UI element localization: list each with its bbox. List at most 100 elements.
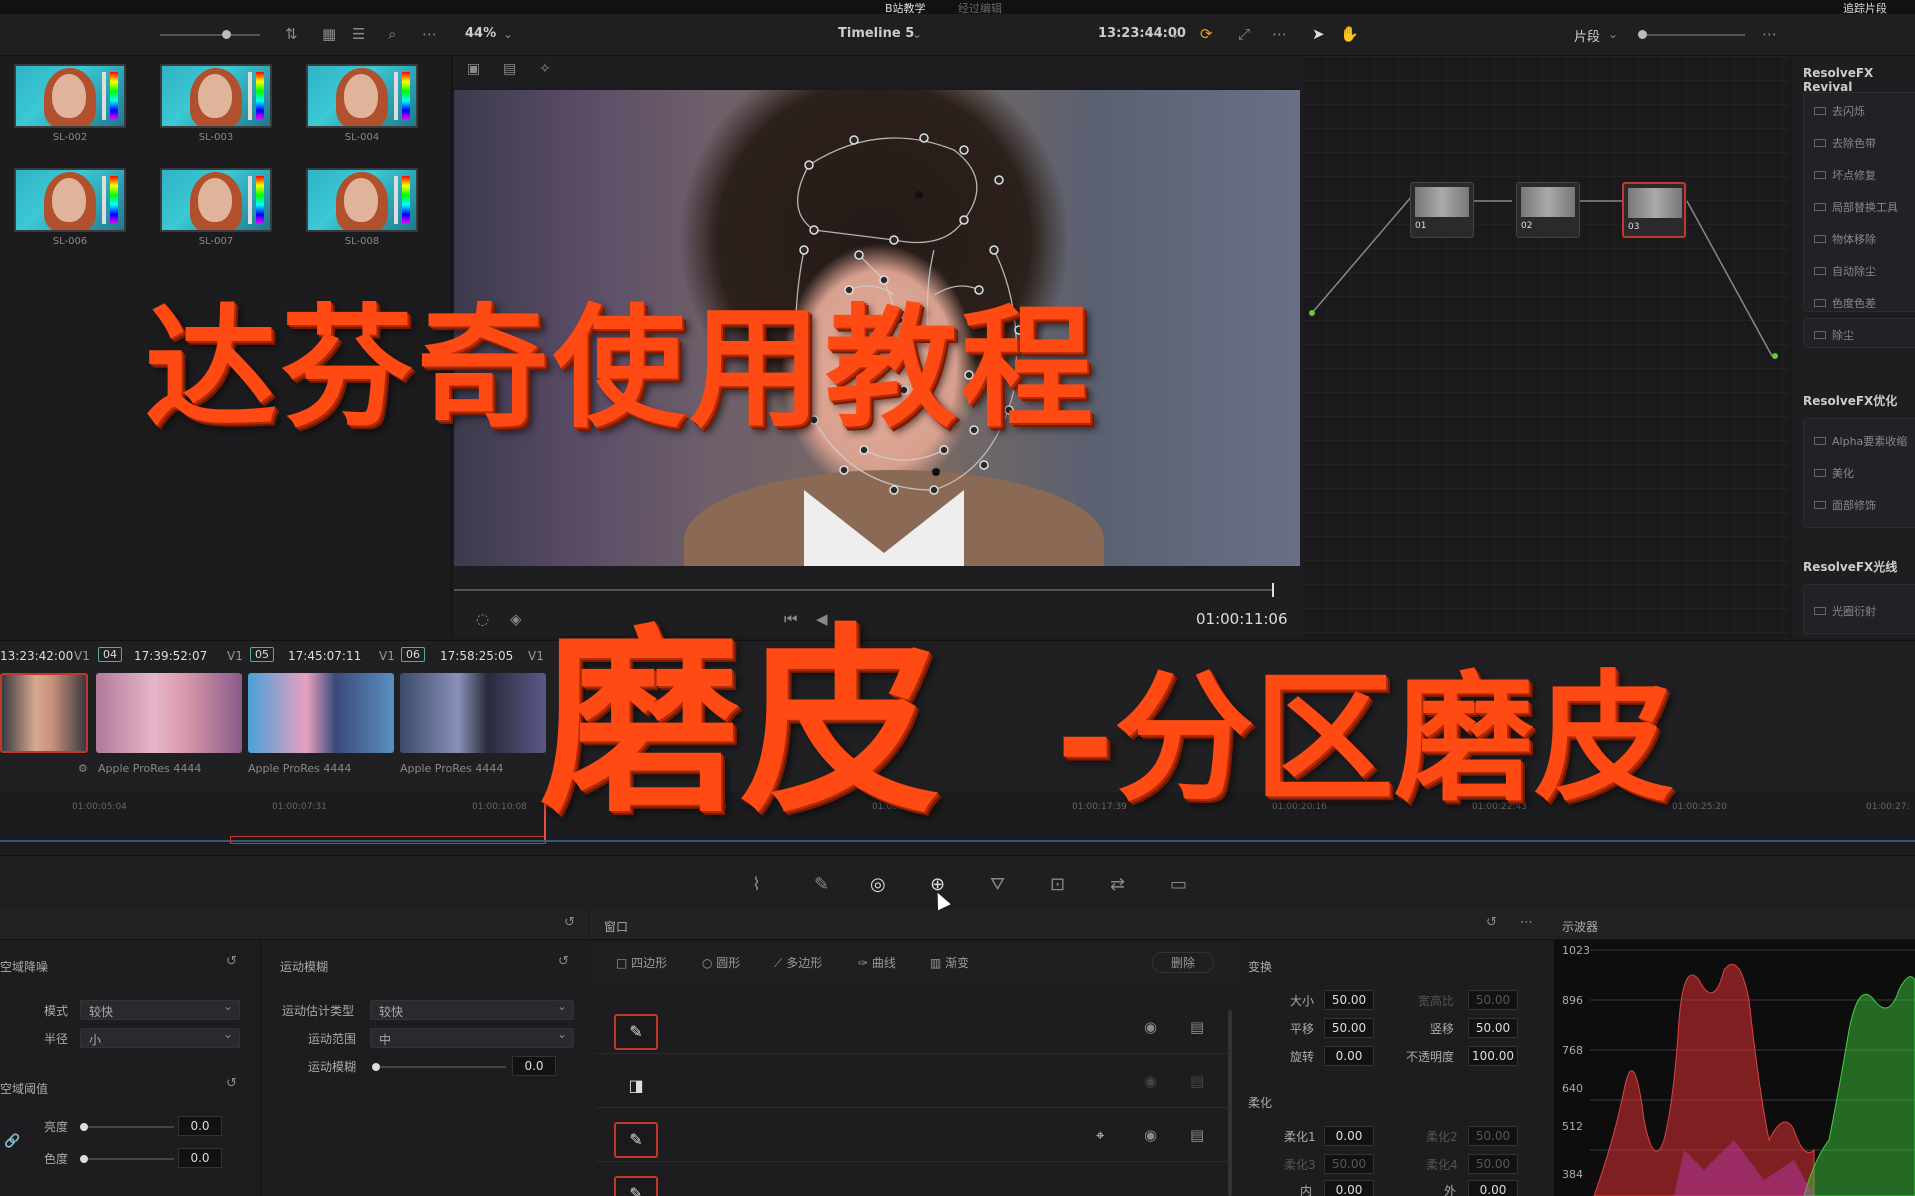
fx-item[interactable]: 物体移除: [1832, 231, 1876, 247]
mask-icon[interactable]: ▤: [1190, 1018, 1204, 1036]
key-palette-icon[interactable]: ⊡: [1050, 874, 1065, 895]
split-screen-icon[interactable]: ▤: [503, 61, 516, 77]
gradient-window-button[interactable]: ▥ 渐变: [930, 954, 969, 971]
invert-icon[interactable]: ◉: [1144, 1072, 1157, 1090]
motion-type-select[interactable]: 较快: [370, 999, 574, 1020]
chroma-value[interactable]: 0.0: [178, 1148, 222, 1168]
node-02[interactable]: 02: [1516, 182, 1580, 238]
more-icon[interactable]: ⋯: [1762, 25, 1777, 43]
tilt-value[interactable]: 50.00: [1468, 1018, 1518, 1038]
window-row[interactable]: ◨ ◉ ▤: [596, 1056, 1232, 1108]
soft4-value[interactable]: 50.00: [1468, 1154, 1518, 1174]
soft1-value[interactable]: 0.00: [1324, 1126, 1374, 1146]
node-editor[interactable]: 01 02 03: [1302, 56, 1790, 638]
fx-item[interactable]: 光圈衍射: [1832, 603, 1876, 619]
still-thumbnail[interactable]: [160, 64, 272, 128]
node-zoom-knob[interactable]: [1638, 30, 1647, 39]
motion-blur-slider[interactable]: [376, 1066, 506, 1068]
radius-select[interactable]: 小: [80, 1027, 240, 1048]
luma-knob[interactable]: [80, 1123, 88, 1131]
hand-icon[interactable]: ✋: [1340, 25, 1359, 43]
curve-window-button[interactable]: ✑ 曲线: [858, 954, 896, 971]
fx-item[interactable]: 去闪烁: [1832, 103, 1865, 119]
mask-icon[interactable]: ▤: [1190, 1126, 1204, 1144]
mask-icon[interactable]: ▤: [1190, 1072, 1204, 1090]
fx-item[interactable]: 色度色差: [1832, 295, 1876, 311]
reset-icon[interactable]: ↺: [226, 1076, 237, 1091]
window-row[interactable]: ✎ ⌖ ◉ ▤: [596, 1110, 1232, 1162]
reset-icon[interactable]: ↺: [226, 954, 237, 969]
reset-icon[interactable]: ↺: [1486, 915, 1497, 930]
outside-value[interactable]: 0.00: [1468, 1180, 1518, 1196]
fx-item[interactable]: 局部替换工具: [1832, 199, 1898, 215]
window-row[interactable]: ✎ ◉ ▤: [596, 1002, 1232, 1054]
window-list-scrollbar[interactable]: [1228, 1010, 1232, 1196]
chroma-slider[interactable]: [84, 1158, 174, 1160]
current-clip-range[interactable]: [230, 836, 546, 844]
window-row[interactable]: ✎: [596, 1164, 1232, 1196]
still-thumbnail[interactable]: [14, 64, 126, 128]
chevron-down-icon[interactable]: ⌄: [912, 27, 922, 41]
soft3-value[interactable]: 50.00: [1324, 1154, 1374, 1174]
scrub-playhead[interactable]: [1272, 583, 1274, 597]
motion-blur-value[interactable]: 0.0: [512, 1056, 556, 1076]
chevron-down-icon[interactable]: ⌄: [503, 27, 513, 41]
aspect-value[interactable]: 50.00: [1468, 990, 1518, 1010]
pen-window-icon[interactable]: ✎: [614, 1122, 658, 1158]
luma-slider[interactable]: [84, 1126, 174, 1128]
size-value[interactable]: 50.00: [1324, 990, 1374, 1010]
reset-icon[interactable]: ↺: [558, 954, 569, 969]
fx-item[interactable]: 坏点修复: [1832, 167, 1876, 183]
motion-range-select[interactable]: 中: [370, 1027, 574, 1048]
gallery-size-knob[interactable]: [222, 30, 231, 39]
still-thumbnail[interactable]: [160, 168, 272, 232]
invert-icon[interactable]: ◉: [1144, 1018, 1157, 1036]
linear-window-icon[interactable]: ◨: [614, 1068, 658, 1104]
luma-value[interactable]: 0.0: [178, 1116, 222, 1136]
pointer-icon[interactable]: ➤: [1312, 25, 1325, 43]
motion-blur-knob[interactable]: [372, 1063, 380, 1071]
chevron-down-icon[interactable]: ⌄: [1170, 27, 1180, 41]
opacity-value[interactable]: 100.00: [1468, 1046, 1518, 1066]
blur-palette-icon[interactable]: ⛛: [990, 874, 1005, 895]
chevron-down-icon[interactable]: ⌄: [1608, 27, 1618, 41]
sizing-palette-icon[interactable]: ⇄: [1110, 874, 1125, 895]
clip-thumbnail[interactable]: [400, 673, 546, 753]
more-icon[interactable]: ⋯: [1520, 915, 1533, 930]
inside-value[interactable]: 0.00: [1324, 1180, 1374, 1196]
pen-window-icon[interactable]: ✎: [614, 1176, 658, 1196]
soft2-value[interactable]: 50.00: [1468, 1126, 1518, 1146]
clip-thumbnail[interactable]: [0, 673, 88, 753]
fx-item[interactable]: 自动除尘: [1832, 263, 1876, 279]
still-thumbnail[interactable]: [306, 168, 418, 232]
quad-window-button[interactable]: □ 四边形: [616, 954, 667, 971]
still-thumbnail[interactable]: [306, 64, 418, 128]
node-03[interactable]: 03: [1622, 182, 1686, 238]
clip-thumbnail[interactable]: [96, 673, 242, 753]
circle-window-button[interactable]: ○ 圆形: [702, 954, 740, 971]
mask-tool-icon[interactable]: ◌: [476, 610, 489, 628]
still-thumbnail[interactable]: [14, 168, 126, 232]
mode-select[interactable]: 较快: [80, 999, 240, 1020]
highlight-icon[interactable]: ✧: [539, 61, 551, 77]
fx-item[interactable]: Alpha要素收缩: [1832, 433, 1907, 449]
pen-window-icon[interactable]: ✎: [614, 1014, 658, 1050]
fullscreen-icon[interactable]: ⤢: [1238, 25, 1250, 43]
layer-icon[interactable]: ◈: [510, 610, 522, 628]
delete-window-button[interactable]: 删除: [1152, 952, 1215, 973]
more-icon[interactable]: ⋯: [1272, 25, 1287, 43]
fx-item[interactable]: 除尘: [1832, 327, 1854, 343]
chroma-knob[interactable]: [80, 1155, 88, 1163]
search-icon[interactable]: ⌕: [388, 25, 396, 43]
more-icon[interactable]: ⋯: [422, 25, 437, 43]
node-mode-select[interactable]: 片段: [1574, 26, 1600, 45]
3d-palette-icon[interactable]: ▭: [1170, 874, 1187, 895]
reset-icon[interactable]: ↺: [564, 915, 575, 930]
polygon-window-button[interactable]: ⟋ 多边形: [774, 954, 822, 971]
gallery-size-slider[interactable]: [160, 34, 260, 36]
fx-item[interactable]: 去除色带: [1832, 135, 1876, 151]
grid-view-icon[interactable]: ▦: [322, 25, 336, 43]
rotate-value[interactable]: 0.00: [1324, 1046, 1374, 1066]
zoom-select[interactable]: 44%: [465, 26, 496, 41]
node-01[interactable]: 01: [1410, 182, 1474, 238]
